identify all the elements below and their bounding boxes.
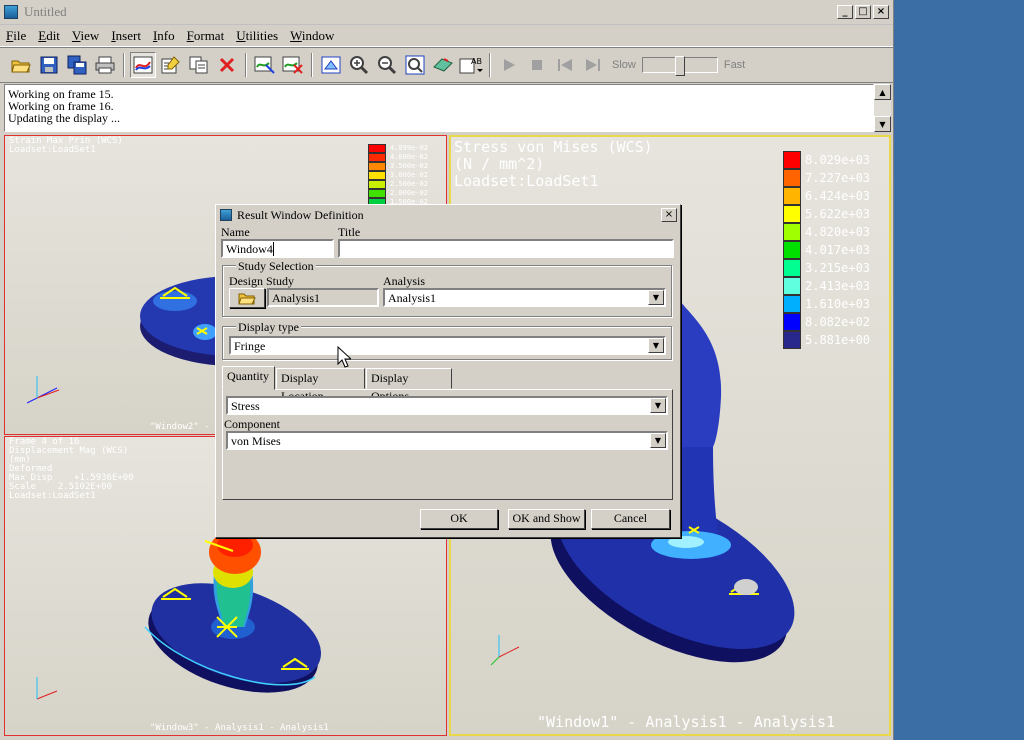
title-label: Title [338, 225, 361, 239]
slow-label: Slow [612, 59, 636, 71]
status-line: Working on frame 16. [8, 99, 114, 113]
play-icon[interactable] [496, 52, 522, 78]
window-title: Untitled [24, 4, 67, 19]
show-window-icon[interactable] [252, 52, 278, 78]
dialog-title: Result Window Definition [237, 207, 364, 222]
quantity-select[interactable]: Stress ▼ [226, 396, 668, 415]
analysis-select[interactable]: Analysis1 ▼ [383, 288, 666, 307]
tab-quantity[interactable]: Quantity [222, 366, 275, 390]
edit-window-icon[interactable] [158, 52, 184, 78]
menu-bar: File Edit View Insert Info Format Utilit… [0, 25, 893, 47]
open-folder-icon[interactable] [8, 52, 34, 78]
design-study-label: Design Study [229, 274, 295, 288]
ok-button[interactable]: OK [420, 509, 498, 529]
dialog-app-icon [220, 209, 232, 221]
minimize-button[interactable]: _ [837, 5, 853, 19]
menu-file[interactable]: File [6, 28, 26, 44]
display-type-select[interactable]: Fringe ▼ [229, 336, 666, 355]
zoom-in-icon[interactable] [346, 52, 372, 78]
tab-display-location[interactable]: Display Location [276, 368, 365, 403]
save-copy-icon[interactable] [64, 52, 90, 78]
chevron-down-icon[interactable]: ▼ [650, 433, 666, 448]
open-study-button[interactable] [229, 288, 265, 308]
analysis-label: Analysis [383, 274, 425, 288]
component-label: Component [224, 417, 280, 431]
status-line: Working on frame 15. [8, 87, 114, 101]
menu-info[interactable]: Info [153, 28, 175, 44]
maximize-button[interactable]: □ [855, 5, 871, 19]
dialog-close-button[interactable]: × [661, 208, 677, 222]
view-caption: "Window2" - [150, 422, 210, 432]
app-icon [4, 5, 18, 19]
toolbar: AB Slow Fast [0, 47, 893, 83]
delete-icon[interactable] [214, 52, 240, 78]
menu-view[interactable]: View [72, 28, 99, 44]
fast-label: Fast [723, 59, 746, 71]
display-type-title: Display type [236, 320, 301, 334]
status-log: Working on frame 15. Working on frame 16… [4, 84, 874, 132]
view-caption: "Window1" - Analysis1 - Analysis1 [537, 713, 836, 731]
print-icon[interactable] [92, 52, 118, 78]
title-bar: Untitled _ □ × [0, 0, 893, 25]
menu-utilities[interactable]: Utilities [236, 28, 278, 44]
status-line: Updating the display ... [8, 111, 120, 125]
step-forward-icon[interactable] [580, 52, 606, 78]
orient-icon[interactable] [430, 52, 456, 78]
model-window-icon[interactable] [318, 52, 344, 78]
name-label: Name [221, 225, 250, 239]
menu-edit[interactable]: Edit [38, 28, 60, 44]
hide-window-icon[interactable] [280, 52, 306, 78]
speed-slider[interactable] [641, 56, 718, 76]
save-icon[interactable] [36, 52, 62, 78]
title-input[interactable] [338, 239, 674, 258]
svg-text:AB: AB [471, 57, 482, 66]
tab-display-options[interactable]: Display Options [366, 368, 452, 403]
status-scrollbar[interactable]: ▲ ▼ [874, 84, 891, 132]
stop-icon[interactable] [524, 52, 550, 78]
close-button[interactable]: × [873, 5, 889, 19]
menu-format[interactable]: Format [187, 28, 225, 44]
ok-and-show-button[interactable]: OK and Show [508, 509, 585, 529]
chevron-down-icon[interactable]: ▼ [648, 338, 664, 353]
name-input[interactable]: Window4 [221, 239, 334, 258]
result-window-icon[interactable] [130, 52, 156, 78]
cancel-button[interactable]: Cancel [591, 509, 670, 529]
named-view-icon[interactable]: AB [458, 52, 484, 78]
chevron-down-icon[interactable]: ▼ [650, 398, 666, 413]
refit-icon[interactable] [402, 52, 428, 78]
step-back-icon[interactable] [552, 52, 578, 78]
copy-window-icon[interactable] [186, 52, 212, 78]
open-folder-icon [238, 293, 256, 305]
zoom-out-icon[interactable] [374, 52, 400, 78]
scroll-up-button[interactable]: ▲ [874, 84, 891, 100]
scroll-down-button[interactable]: ▼ [874, 116, 891, 132]
speed-slider-thumb[interactable] [674, 56, 685, 76]
menu-insert[interactable]: Insert [111, 28, 141, 44]
component-select[interactable]: von Mises ▼ [226, 431, 668, 450]
chevron-down-icon[interactable]: ▼ [648, 290, 664, 305]
dialog-title-bar: Result Window Definition × [216, 205, 680, 225]
mouse-cursor-icon [337, 346, 351, 368]
design-study-field: Analysis1 [267, 288, 379, 307]
menu-window[interactable]: Window [290, 28, 334, 44]
study-selection-title: Study Selection [236, 259, 316, 273]
view-caption: "Window3" - Analysis1 - Analysis1 [150, 723, 329, 733]
